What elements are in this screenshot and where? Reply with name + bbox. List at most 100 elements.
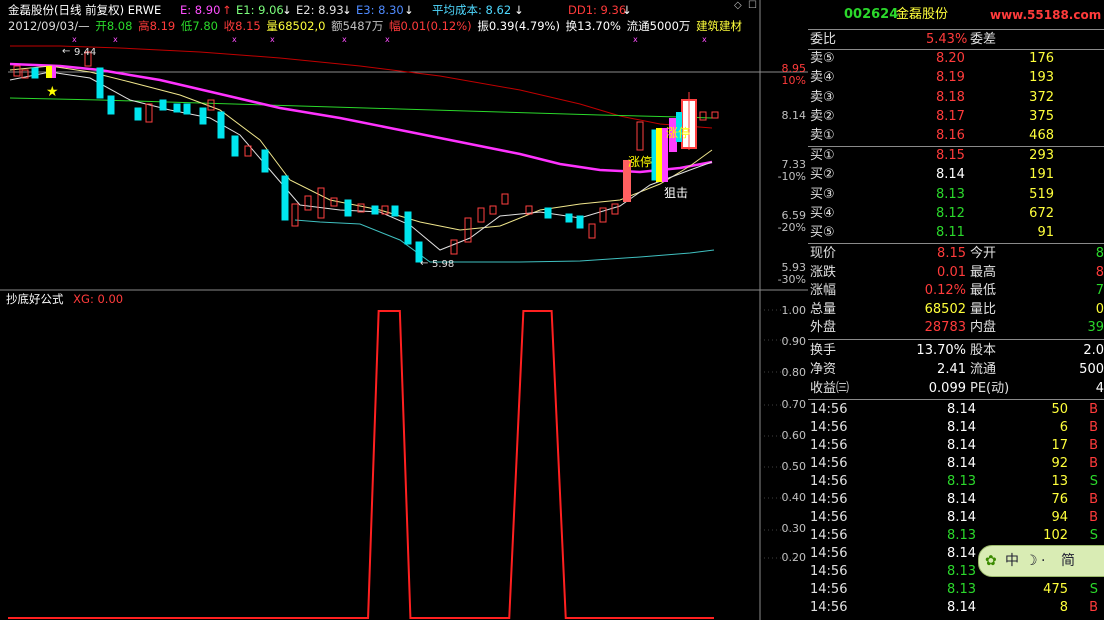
tick-row: 14:56 8.13 102 S: [808, 527, 1104, 545]
stat-row: 收益㈢ 0.099 PE(动) 4: [808, 380, 1104, 398]
tick-price: 8.14: [947, 510, 976, 525]
stat-label: 内盘: [970, 320, 997, 336]
tick-price: 8.13: [947, 528, 976, 543]
svg-text:←: ←: [62, 46, 70, 57]
tick-row: 14:56 8.14 50 B: [808, 401, 1104, 419]
stat-label: 最高: [970, 264, 997, 280]
svg-text:←: ←: [420, 258, 428, 269]
stat-value: 8: [1095, 264, 1104, 280]
tick-side: B: [1089, 420, 1098, 435]
stat-value: 0.099: [928, 381, 966, 396]
stat-row: 现价 8.15 今开 8: [808, 245, 1104, 263]
stat-row: 净资 2.41 流通 500: [808, 361, 1104, 379]
stat-label: 外盘: [810, 320, 837, 336]
axis-pct-label: -10%: [777, 170, 806, 183]
ytick-label: 0.30: [781, 522, 807, 535]
ime-toolbar[interactable]: ✿ 中 ☽ · 简: [978, 545, 1104, 577]
stat-label: 总量: [810, 301, 837, 317]
ytick-label: 0.60: [781, 429, 807, 442]
indicator-value: XG: 0.00: [73, 292, 124, 306]
ime-simplified-label[interactable]: 简: [1061, 546, 1075, 576]
ytick-label: 0.90: [781, 335, 807, 348]
tick-volume: 17: [1051, 438, 1068, 453]
stat-label: 流通: [970, 362, 997, 377]
stat-label: 量比: [970, 301, 997, 317]
svg-text:x: x: [232, 35, 237, 44]
indicator-header[interactable]: 抄底好公式 XG: 0.00: [6, 291, 123, 307]
tick-volume: 76: [1051, 492, 1068, 507]
ytick-label: 0.50: [781, 460, 807, 473]
limit-up-annotation-2: 涨停: [666, 125, 690, 140]
tick-time: 14:56: [810, 546, 848, 561]
stock-name: 金磊股份: [896, 7, 949, 22]
tick-price: 8.14: [947, 546, 976, 561]
svg-text:x: x: [633, 35, 638, 44]
signal-plot: [8, 310, 714, 619]
low-marker: 5.98: [432, 259, 454, 270]
ytick-label: 0.40: [781, 491, 807, 504]
quote-panel: 002624 金磊股份 www.55188.com 委比 5.43% 委差 卖⑤…: [808, 0, 1104, 620]
order-level-row: 买① 8.15 293: [808, 147, 1104, 165]
order-level-row: 买④ 8.12 672: [808, 205, 1104, 223]
level-price: 8.18: [936, 89, 965, 105]
tick-row: 14:56 8.14 17 B: [808, 437, 1104, 455]
tick-side: B: [1089, 456, 1098, 471]
stat-label: 换手: [810, 343, 837, 358]
stock-code: 002624: [844, 7, 899, 22]
tick-row: 14:56 8.14 6 B: [808, 419, 1104, 437]
ytick-label: 0.70: [781, 398, 807, 411]
level-label: 卖①: [810, 128, 835, 144]
level-label: 卖③: [810, 89, 835, 105]
star-icon: ★: [46, 84, 59, 100]
tick-time: 14:56: [810, 474, 848, 489]
level-label: 买④: [810, 205, 835, 221]
kline-chart[interactable]: xxx xxx xx ★ ← 9.44 ← 5.98 涨停 涨停 狙击: [0, 0, 808, 620]
level-price: 8.20: [936, 51, 965, 66]
level-label: 买⑤: [810, 225, 835, 241]
tick-volume: 6: [1059, 420, 1068, 435]
tick-price: 8.13: [947, 564, 976, 579]
tick-time: 14:56: [810, 420, 848, 435]
tick-row: 14:56 8.14 76 B: [808, 491, 1104, 509]
level-volume: 91: [1037, 225, 1054, 241]
svg-text:x: x: [702, 35, 707, 44]
weibi-row: 委比 5.43% 委差: [810, 32, 997, 47]
svg-text:x: x: [270, 35, 275, 44]
tick-volume: 102: [1043, 528, 1068, 543]
stat-row: 涨幅 0.12% 最低 7: [808, 282, 1104, 300]
stat-row: 外盘 28783 内盘 39: [808, 319, 1104, 337]
level-price: 8.12: [936, 205, 965, 221]
tick-price: 8.14: [947, 492, 976, 507]
stat-label: 现价: [810, 246, 837, 261]
limit-up-annotation-1: 涨停: [628, 154, 652, 169]
tick-time: 14:56: [810, 582, 848, 597]
level-price: 8.11: [936, 225, 965, 241]
level-volume: 293: [1029, 148, 1054, 163]
tick-side: S: [1089, 474, 1098, 489]
ime-mode-label[interactable]: 中: [1005, 546, 1019, 576]
stat-row: 涨跌 0.01 最高 8: [808, 264, 1104, 282]
stat-row: 总量 68502 量比 0: [808, 301, 1104, 319]
tick-time: 14:56: [810, 456, 848, 471]
order-level-row: 卖① 8.16 468: [808, 127, 1104, 145]
tick-volume: 92: [1051, 456, 1068, 471]
stat-value: 28783: [924, 320, 966, 336]
tick-row: 14:56 8.13 475 S: [808, 581, 1104, 599]
watermark: www.55188.com: [990, 8, 1102, 22]
axis-price-label: 8.14: [781, 109, 807, 122]
stat-value: 0.12%: [924, 283, 966, 299]
moon-icon[interactable]: ☽: [1025, 546, 1038, 576]
tick-time: 14:56: [810, 600, 848, 615]
level-volume: 519: [1029, 186, 1054, 202]
signal-line: [8, 310, 714, 619]
level-price: 8.17: [936, 108, 965, 124]
tick-row: 14:56 8.14 94 B: [808, 509, 1104, 527]
axis-pct-label: -30%: [777, 273, 806, 286]
dot-icon[interactable]: ·: [1041, 546, 1045, 576]
svg-text:x: x: [342, 35, 347, 44]
tick-time: 14:56: [810, 510, 848, 525]
level-label: 卖⑤: [810, 51, 835, 66]
tick-time: 14:56: [810, 492, 848, 507]
order-level-row: 卖⑤ 8.20 176: [808, 50, 1104, 68]
tick-time: 14:56: [810, 402, 848, 417]
